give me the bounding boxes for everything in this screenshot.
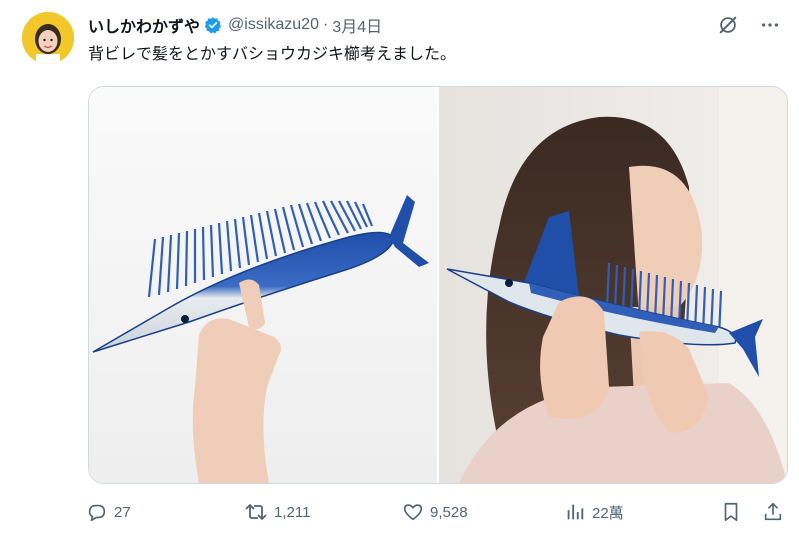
more-icon[interactable] xyxy=(759,14,781,36)
views-button[interactable]: 22萬 xyxy=(564,501,624,523)
like-count: 9,528 xyxy=(430,503,468,521)
tweet-text: 背ビレで髪をとかすバショウカジキ櫛考えました。 xyxy=(88,46,457,63)
reply-icon xyxy=(86,501,108,523)
woman-combing-hair-illustration xyxy=(439,87,787,483)
views-count: 22萬 xyxy=(592,504,624,522)
avatar-image xyxy=(22,12,74,64)
share-icon xyxy=(762,501,784,523)
bookmark-button[interactable] xyxy=(720,501,742,523)
avatar[interactable] xyxy=(22,12,74,64)
grok-icon[interactable] xyxy=(717,14,739,36)
tweet-header: いしかわかずや @issikazu20 · 3月4日 xyxy=(88,14,382,36)
verified-badge-icon xyxy=(204,16,222,34)
retweet-count: 1,211 xyxy=(274,503,311,521)
media-image-right[interactable] xyxy=(439,87,787,483)
media-grid xyxy=(88,86,788,484)
author-handle[interactable]: @issikazu20 xyxy=(228,16,319,34)
reply-count: 27 xyxy=(114,503,131,521)
views-chart-icon xyxy=(564,501,586,523)
retweet-icon xyxy=(244,501,268,523)
author-name[interactable]: いしかわかずや xyxy=(88,13,200,37)
reply-button[interactable]: 27 xyxy=(86,501,131,523)
like-button[interactable]: 9,528 xyxy=(402,501,468,523)
bookmark-icon xyxy=(720,501,742,523)
media-image-left[interactable] xyxy=(89,87,439,483)
separator-dot: · xyxy=(322,16,329,33)
tweet-date[interactable]: 3月4日 xyxy=(332,13,382,37)
retweet-button[interactable]: 1,211 xyxy=(244,501,310,523)
action-bar: 27 1,211 9,528 22萬 xyxy=(86,500,785,524)
marlin-comb-hand-illustration xyxy=(89,87,437,483)
top-actions xyxy=(717,14,781,36)
heart-icon xyxy=(402,501,424,523)
share-button[interactable] xyxy=(762,501,784,523)
